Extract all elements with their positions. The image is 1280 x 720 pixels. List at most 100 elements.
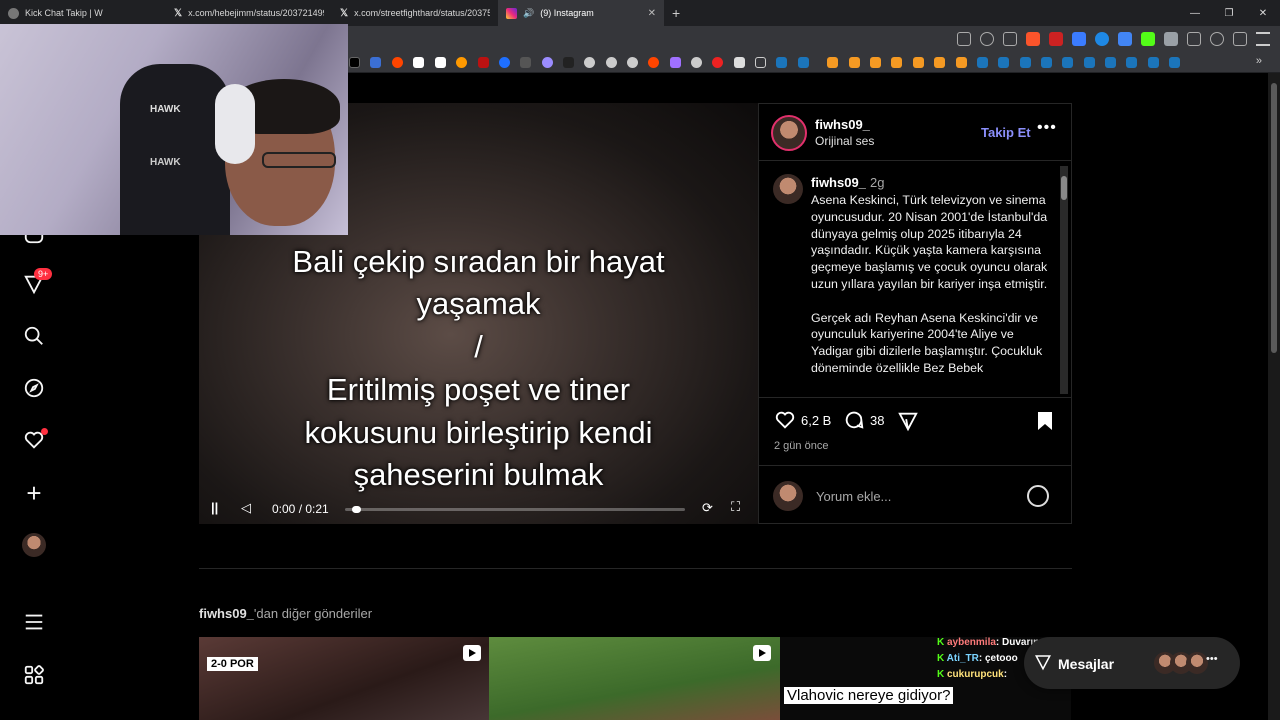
extension-blue-icon[interactable] xyxy=(1095,32,1109,46)
more-post-thumbnail-1[interactable]: 2-0 POR xyxy=(199,637,489,720)
bookmark-icon[interactable] xyxy=(627,57,638,68)
bookmark-steam-icon[interactable] xyxy=(1148,57,1159,68)
browser-tab-x-2[interactable]: 𝕏x.com/streetfighthard/status/203754 xyxy=(332,0,498,26)
bookmarks-overflow-icon[interactable]: » xyxy=(1256,55,1262,67)
bookmark-steam-icon[interactable] xyxy=(776,57,787,68)
page-scrollbar[interactable] xyxy=(1268,73,1280,720)
messages-button[interactable]: Mesajlar ••• xyxy=(1024,637,1240,689)
author-username[interactable]: fiwhs09_ xyxy=(815,117,870,132)
extension-k-icon[interactable] xyxy=(1141,32,1155,46)
apps-icon[interactable] xyxy=(22,663,46,687)
bookmark-icon[interactable] xyxy=(891,57,902,68)
bookmark-icon[interactable] xyxy=(456,57,467,68)
bookmark-steam-icon[interactable] xyxy=(998,57,1009,68)
bookmark-icon[interactable] xyxy=(827,57,838,68)
sidebar-toggle-icon[interactable] xyxy=(1187,32,1201,46)
bookmark-steam-icon[interactable] xyxy=(977,57,988,68)
bookmark-amazon-icon[interactable] xyxy=(435,57,446,68)
audio-label[interactable]: Orijinal ses xyxy=(815,134,874,148)
pause-icon[interactable]: || xyxy=(211,500,218,515)
volume-icon[interactable]: ◁ xyxy=(241,500,251,516)
brave-shield-icon[interactable] xyxy=(1026,32,1040,46)
browser-tab-kick[interactable]: Kick Chat Takip | W xyxy=(0,0,166,26)
emoji-icon[interactable] xyxy=(1027,485,1049,507)
follow-button[interactable]: Takip Et xyxy=(981,125,1031,140)
comment-count[interactable]: 38 xyxy=(870,413,884,428)
profile-avatar[interactable] xyxy=(22,533,46,557)
caption-username[interactable]: fiwhs09_ xyxy=(811,175,866,190)
more-post-thumbnail-2[interactable] xyxy=(489,637,780,720)
bookmark-steam-icon[interactable] xyxy=(1084,57,1095,68)
bookmark-icon[interactable] xyxy=(584,57,595,68)
page-scrollbar-thumb[interactable] xyxy=(1271,83,1277,353)
folder-icon[interactable] xyxy=(755,57,766,68)
more-posts-username[interactable]: fiwhs09_ xyxy=(199,606,254,621)
bookmark-icon[interactable] xyxy=(520,57,531,68)
close-tab-icon[interactable]: ✕ xyxy=(648,8,656,19)
bookmark-icon[interactable] xyxy=(798,57,809,68)
bookmark-icon[interactable] xyxy=(606,57,617,68)
menu-icon[interactable] xyxy=(1256,32,1270,46)
comment-input[interactable]: Yorum ekle... xyxy=(816,489,891,504)
bookmark-x-icon[interactable] xyxy=(349,57,360,68)
more-options-icon[interactable]: ••• xyxy=(1206,653,1218,665)
close-icon[interactable]: ✕ xyxy=(1246,0,1280,26)
author-avatar[interactable] xyxy=(771,115,807,151)
bookmark-icon[interactable] xyxy=(734,57,745,68)
bookmark-icon[interactable] xyxy=(870,57,881,68)
save-icon[interactable] xyxy=(1035,410,1055,435)
bookmark-steam-icon[interactable] xyxy=(1062,57,1073,68)
share-icon[interactable] xyxy=(1003,32,1017,46)
video-progress-knob[interactable] xyxy=(351,506,361,513)
explore-icon[interactable] xyxy=(22,376,46,400)
extension-doc-icon[interactable] xyxy=(1164,32,1178,46)
bookmark-icon[interactable] xyxy=(712,57,723,68)
bookmark-icon[interactable] xyxy=(670,57,681,68)
browser-tab-instagram[interactable]: 🔊 (9) Instagram ✕ xyxy=(498,0,664,26)
extension-mail-icon[interactable] xyxy=(1118,32,1132,46)
caption-scrollbar[interactable] xyxy=(1060,166,1068,394)
bookmark-icon[interactable] xyxy=(956,57,967,68)
bookmark-icon[interactable] xyxy=(849,57,860,68)
music-icon[interactable] xyxy=(1210,32,1224,46)
more-options-icon[interactable]: ••• xyxy=(1037,119,1057,137)
bookmark-icon[interactable] xyxy=(370,57,381,68)
caption-avatar[interactable] xyxy=(773,174,803,204)
maximize-icon[interactable]: ❐ xyxy=(1212,0,1246,26)
plus-icon[interactable]: + xyxy=(672,5,680,21)
playback-speed-icon[interactable]: ⟳ xyxy=(702,500,713,516)
fullscreen-icon[interactable]: ⛶ xyxy=(731,499,740,515)
bookmark-steam-icon[interactable] xyxy=(1105,57,1116,68)
bookmark-steam-icon[interactable] xyxy=(1020,57,1031,68)
wallet-icon[interactable] xyxy=(1233,32,1247,46)
browser-tab-x-1[interactable]: 𝕏x.com/hebejimm/status/2037214992 xyxy=(166,0,332,26)
bookmark-icon[interactable] xyxy=(478,57,489,68)
extension-audio-icon[interactable] xyxy=(1072,32,1086,46)
bookmark-icon[interactable] xyxy=(542,57,553,68)
bookmark-steam-icon[interactable] xyxy=(1041,57,1052,68)
minimize-icon[interactable]: — xyxy=(1178,0,1212,26)
bookmark-reddit-icon[interactable] xyxy=(392,57,403,68)
bookmark-steam-icon[interactable] xyxy=(1126,57,1137,68)
search-icon[interactable] xyxy=(22,324,46,348)
bookmark-icon[interactable] xyxy=(913,57,924,68)
bookmark-icon[interactable] xyxy=(499,57,510,68)
bookmark-steam-icon[interactable] xyxy=(1169,57,1180,68)
video-progress-track[interactable] xyxy=(345,508,685,511)
cast-icon[interactable] xyxy=(957,32,971,46)
create-icon[interactable]: + xyxy=(22,478,46,508)
caption-scrollbar-thumb[interactable] xyxy=(1061,176,1067,200)
menu-icon[interactable] xyxy=(22,610,46,634)
kick-icon: K xyxy=(937,669,947,680)
bookmark-reddit-icon[interactable] xyxy=(648,57,659,68)
bookmark-icon[interactable] xyxy=(691,57,702,68)
bookmark-icon[interactable] xyxy=(413,57,424,68)
extension-rec-icon[interactable] xyxy=(1049,32,1063,46)
share-icon[interactable] xyxy=(897,410,919,435)
comment-icon[interactable] xyxy=(843,409,865,434)
like-count[interactable]: 6,2 B xyxy=(801,413,831,428)
bookmark-icon[interactable] xyxy=(934,57,945,68)
like-icon[interactable] xyxy=(774,409,796,434)
zoom-icon[interactable] xyxy=(980,32,994,46)
bookmark-icon[interactable] xyxy=(563,57,574,68)
